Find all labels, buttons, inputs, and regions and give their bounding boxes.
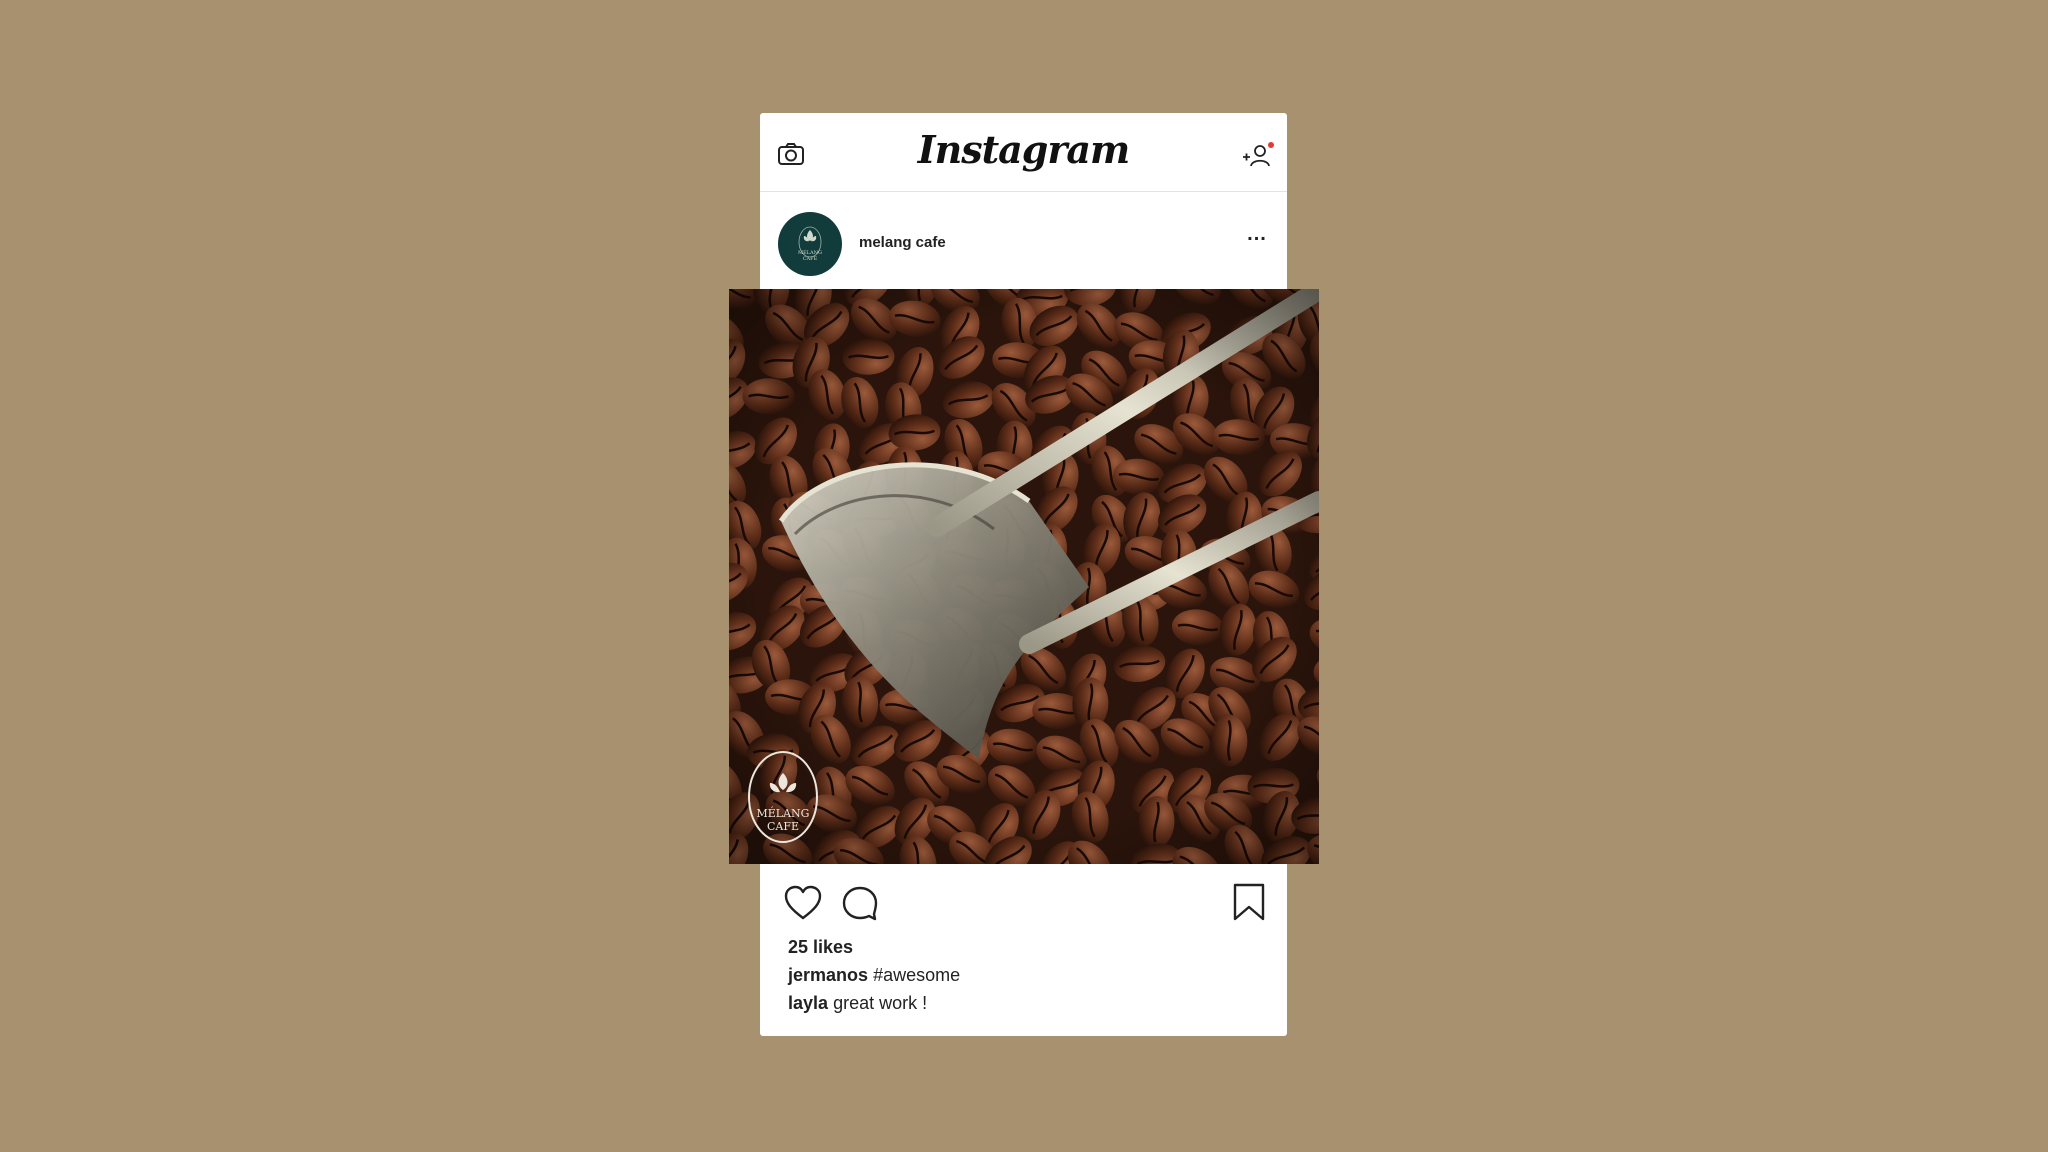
avatar-logo-text: MÉLANG CAFE: [778, 250, 842, 262]
instagram-logo: Instagram: [917, 127, 1130, 172]
comment-icon[interactable]: [840, 884, 880, 922]
post-username[interactable]: melang cafe: [859, 234, 946, 251]
top-bar: Instagram: [760, 113, 1287, 192]
likes-count[interactable]: 25 likes: [788, 937, 853, 958]
watermark-line-1: MÉLANG: [757, 806, 810, 820]
comment-1-user[interactable]: jermanos: [788, 965, 868, 985]
more-options-button[interactable]: ...: [1244, 224, 1270, 250]
notification-dot: [1268, 142, 1274, 148]
comment-1-text: #awesome: [873, 965, 961, 985]
comment-2-user[interactable]: layla: [788, 993, 828, 1013]
watermark-line-2: CAFE: [767, 820, 799, 833]
post-header: MÉLANG CAFE melang cafe ...: [760, 192, 1287, 290]
comment-2: layla great work !: [788, 993, 927, 1014]
avatar-logo-line-2: CAFE: [802, 256, 818, 262]
post-actions: [760, 876, 1287, 936]
post-image[interactable]: MÉLANG CAFE: [729, 289, 1319, 864]
comment-2-text: great work !: [833, 993, 928, 1013]
avatar[interactable]: MÉLANG CAFE: [778, 212, 842, 276]
bookmark-icon[interactable]: [1232, 882, 1266, 922]
heart-icon[interactable]: [783, 884, 823, 922]
comment-1: jermanos #awesome: [788, 965, 960, 986]
